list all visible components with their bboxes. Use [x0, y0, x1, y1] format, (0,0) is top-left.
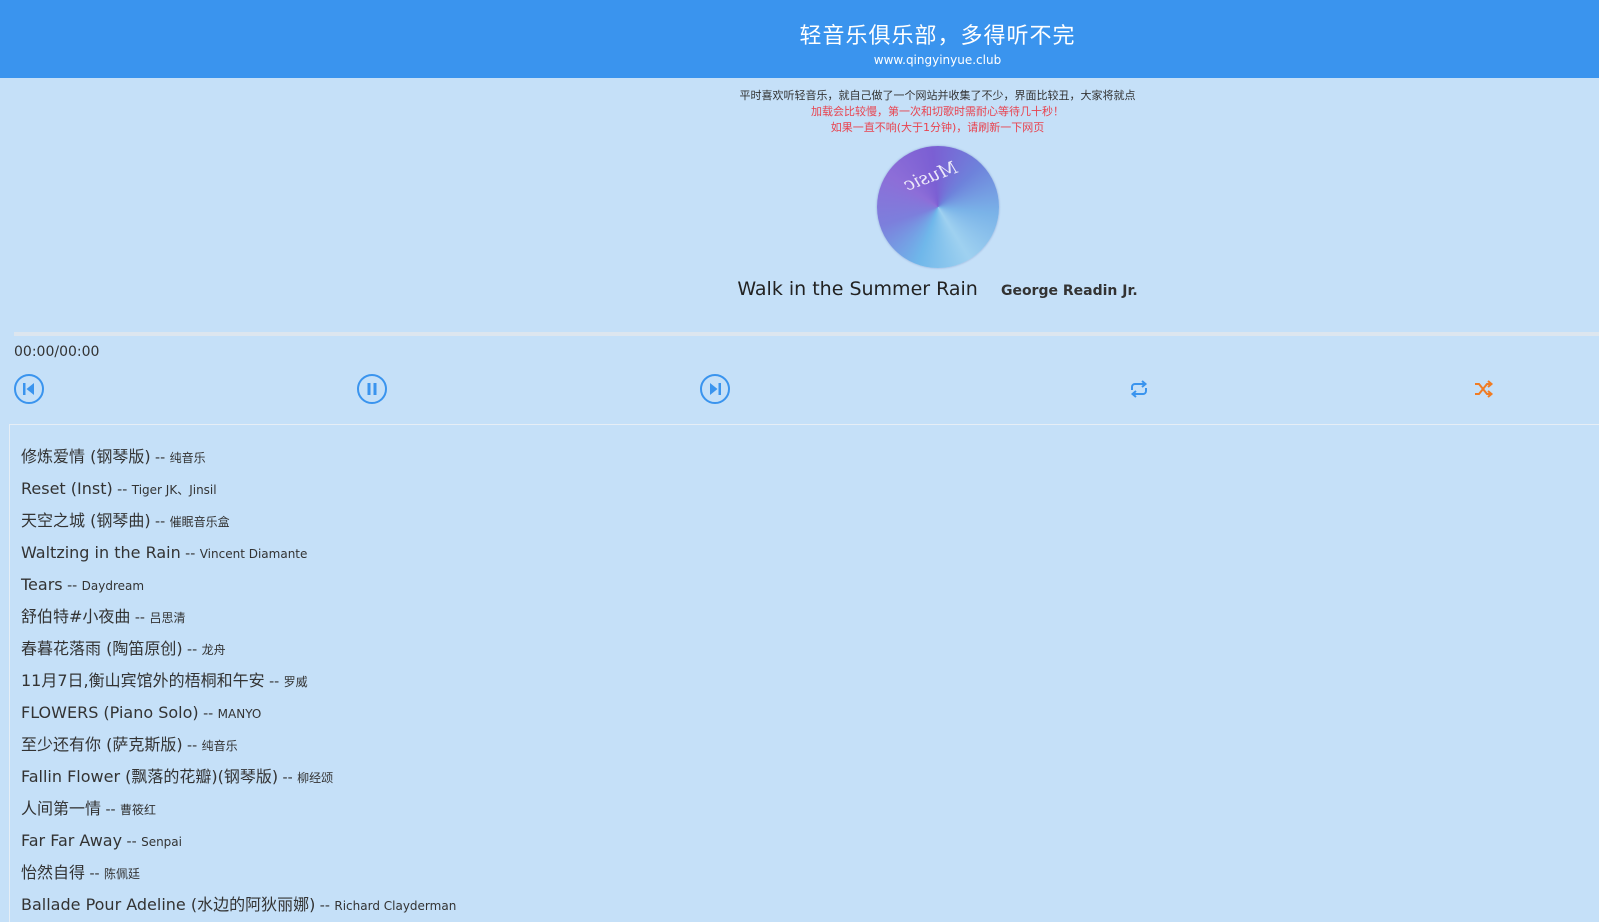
next-button[interactable] [699, 373, 731, 405]
playlist-item[interactable]: 怡然自得 -- 陈佩廷 [21, 863, 456, 895]
playlist-item[interactable]: Tears -- Daydream [21, 575, 456, 607]
playlist-item[interactable]: Waltzing in the Rain -- Vincent Diamante [21, 543, 456, 575]
playlist-item-artist: 曹筱红 [120, 803, 157, 817]
playlist-item-title: Fallin Flower (飘落的花瓣)(钢琴版) [21, 767, 279, 786]
playlist-item-separator: -- [264, 674, 284, 690]
playlist-item[interactable]: 修炼爱情 (钢琴版) -- 纯音乐 [21, 447, 456, 479]
playlist-item-separator: -- [150, 450, 170, 466]
skip-previous-icon [14, 374, 44, 404]
playlist-item-artist: Tiger JK、Jinsil [131, 483, 217, 497]
playlist-item-title: 至少还有你 (萨克斯版) [21, 735, 183, 754]
playlist-item-artist: 柳经颂 [297, 771, 334, 785]
playlist-item[interactable]: 11月7日,衡山宾馆外的梧桐和午安 -- 罗威 [21, 671, 456, 703]
playlist-item-separator: -- [85, 866, 105, 882]
playlist-item-artist: Richard Clayderman [334, 899, 457, 913]
playlist-item-title: 11月7日,衡山宾馆外的梧桐和午安 [21, 671, 265, 690]
playlist-item-separator: -- [182, 642, 202, 658]
playlist-item-title: 舒伯特#小夜曲 [21, 607, 131, 626]
playlist-item-title: Waltzing in the Rain [21, 543, 181, 562]
notice-line-2: 加载会比较慢，第一次和切歌时需耐心等待几十秒！ [811, 105, 1064, 118]
playlist-item-artist: 陈佩廷 [104, 867, 141, 881]
playlist-item-title: FLOWERS (Piano Solo) [21, 703, 199, 722]
shuffle-button[interactable] [1467, 373, 1499, 405]
notice-text: 平时喜欢听轻音乐，就自己做了一个网站并收集了不少，界面比较丑，大家将就点 加载会… [0, 88, 1599, 136]
repeat-button[interactable] [1123, 373, 1155, 405]
now-playing: Walk in the Summer Rain George Readin Jr… [0, 278, 1599, 300]
playlist-item-title: 怡然自得 [21, 863, 86, 882]
playlist-item[interactable]: Fallin Flower (飘落的花瓣)(钢琴版) -- 柳经颂 [21, 767, 456, 799]
playlist-item-title: Far Far Away [21, 831, 123, 850]
playlist-item-title: 修炼爱情 (钢琴版) [21, 447, 151, 466]
playlist-item-separator: -- [101, 802, 121, 818]
pause-button[interactable] [356, 373, 388, 405]
site-header: 轻音乐俱乐部，多得听不完 www.qingyinyue.club [0, 0, 1599, 78]
playlist-item-artist: 纯音乐 [201, 739, 238, 753]
playlist-item-separator: -- [278, 770, 298, 786]
playlist-item-separator: -- [122, 834, 142, 850]
playlist-item-artist: 吕思清 [149, 611, 186, 625]
playlist-item-title: Ballade Pour Adeline (水边的阿狄丽娜) [21, 895, 316, 914]
notice-line-1: 平时喜欢听轻音乐，就自己做了一个网站并收集了不少，界面比较丑，大家将就点 [739, 89, 1136, 102]
album-disc: Music [877, 146, 999, 268]
playlist-item-artist: Daydream [81, 579, 145, 593]
notice-line-3: 如果一直不响(大于1分钟)，请刷新一下网页 [830, 121, 1045, 134]
playlist-item-title: 春暮花落雨 (陶笛原创) [21, 639, 183, 658]
playlist-item-artist: Senpai [141, 835, 182, 849]
playlist-item-artist: 催眠音乐盒 [169, 515, 230, 529]
playlist-item[interactable]: Far Far Away -- Senpai [21, 831, 456, 863]
playlist-item-title: 人间第一情 [21, 799, 102, 818]
repeat-icon [1130, 380, 1148, 398]
playlist-item-separator: -- [182, 738, 202, 754]
skip-next-icon [700, 374, 730, 404]
playlist-item-separator: -- [180, 546, 200, 562]
playlist-item-separator: -- [130, 610, 150, 626]
site-title: 轻音乐俱乐部，多得听不完 [799, 24, 1076, 49]
progress-bar[interactable] [14, 332, 1599, 336]
playlist-item[interactable]: Ballade Pour Adeline (水边的阿狄丽娜) -- Richar… [21, 895, 456, 922]
playlist-item-title: Reset (Inst) [21, 479, 113, 498]
playlist-item-artist: MANYO [217, 707, 262, 721]
playlist-item[interactable]: Reset (Inst) -- Tiger JK、Jinsil [21, 479, 456, 511]
playlist: 修炼爱情 (钢琴版) -- 纯音乐 Reset (Inst) -- Tiger J… [21, 447, 456, 922]
time-display: 00:00/00:00 [14, 344, 100, 360]
site-url: www.qingyinyue.club [873, 53, 1002, 67]
playlist-item[interactable]: 舒伯特#小夜曲 -- 吕思清 [21, 607, 456, 639]
playlist-item-separator: -- [315, 898, 335, 914]
pause-icon [357, 374, 387, 404]
prev-button[interactable] [13, 373, 45, 405]
now-playing-artist: George Readin Jr. [1000, 283, 1138, 299]
playlist-item-separator: -- [62, 578, 82, 594]
music-logo: Music [901, 157, 961, 196]
playlist-item-artist: Vincent Diamante [199, 547, 308, 561]
playlist-item[interactable]: FLOWERS (Piano Solo) -- MANYO [21, 703, 456, 735]
shuffle-icon [1475, 380, 1494, 398]
playlist-item-artist: 纯音乐 [169, 451, 206, 465]
playlist-item-artist: 龙舟 [201, 643, 226, 657]
playlist-item-separator: -- [150, 514, 170, 530]
playlist-item-separator: -- [198, 706, 218, 722]
playlist-panel: 修炼爱情 (钢琴版) -- 纯音乐 Reset (Inst) -- Tiger J… [9, 424, 1599, 922]
now-playing-title: Walk in the Summer Rain [737, 278, 978, 300]
playlist-item-separator: -- [112, 482, 132, 498]
playlist-item[interactable]: 天空之城 (钢琴曲) -- 催眠音乐盒 [21, 511, 456, 543]
playlist-item[interactable]: 春暮花落雨 (陶笛原创) -- 龙舟 [21, 639, 456, 671]
playlist-item-title: 天空之城 (钢琴曲) [21, 511, 151, 530]
playlist-item[interactable]: 人间第一情 -- 曹筱红 [21, 799, 456, 831]
playlist-item-artist: 罗威 [283, 675, 308, 689]
playlist-item[interactable]: 至少还有你 (萨克斯版) -- 纯音乐 [21, 735, 456, 767]
playlist-item-title: Tears [21, 575, 63, 594]
